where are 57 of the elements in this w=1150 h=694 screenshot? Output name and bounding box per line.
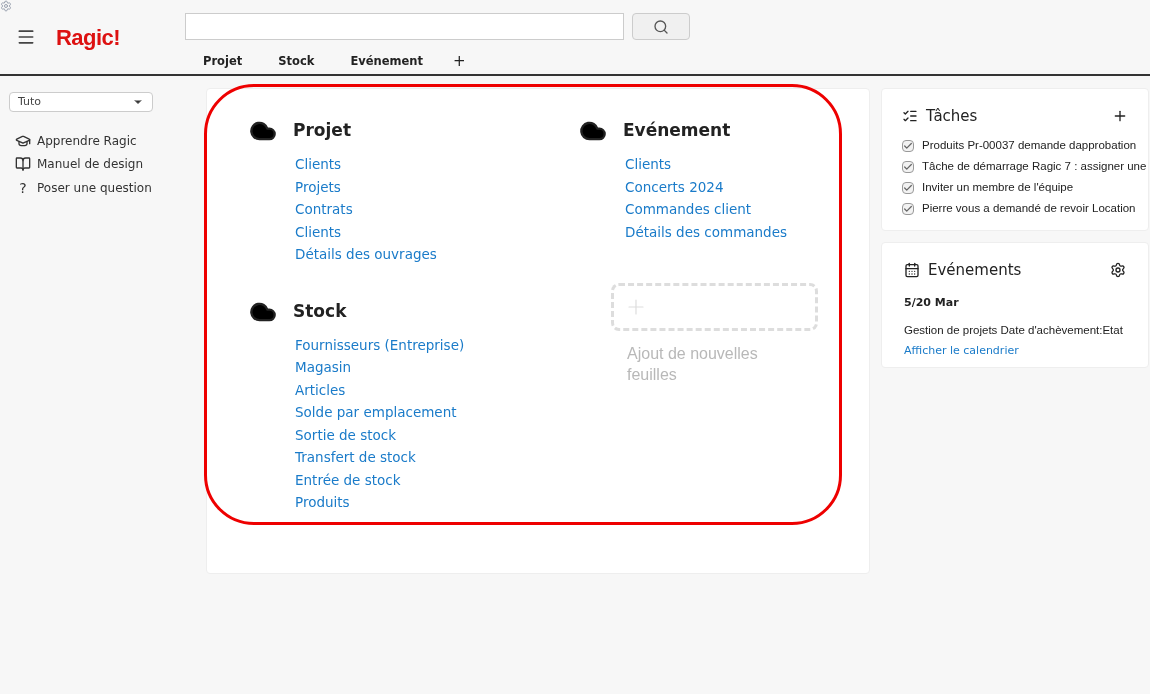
search-icon	[653, 18, 669, 35]
task-text[interactable]: Produits Pr-00037 demande dapprobation	[922, 137, 1137, 155]
account-select[interactable]: Tuto	[9, 92, 153, 112]
check-icon	[903, 183, 913, 193]
calendar-icon	[904, 261, 920, 278]
sheet-link[interactable]: Sortie de stock	[295, 423, 396, 446]
task-checkbox[interactable]	[902, 203, 914, 215]
tab-title[interactable]: Evénement	[623, 118, 731, 144]
sheet-link[interactable]: Fournisseurs (Entreprise)	[295, 333, 465, 356]
sheet-link[interactable]: Projets	[295, 175, 341, 198]
sheet-link[interactable]: Articles	[295, 378, 346, 401]
sheet-link[interactable]: Clients	[295, 220, 342, 243]
sidebar-link[interactable]: Manuel de design	[37, 155, 144, 173]
settings-icon[interactable]	[1110, 261, 1126, 278]
sheet-link[interactable]: Transfert de stock	[295, 446, 416, 469]
task-text[interactable]: Pierre vous a demandé de revoir Location	[922, 200, 1136, 218]
graduation-cap-icon	[15, 133, 31, 149]
event-entry[interactable]: Gestion de projets Date d'achèvement:Etat	[904, 321, 1123, 339]
sheet-link[interactable]: Commandes client	[625, 198, 752, 221]
check-icon	[903, 204, 913, 214]
calendar-link[interactable]: Afficher le calendrier	[904, 342, 1019, 360]
sheet-link[interactable]: Détails des commandes	[625, 220, 787, 243]
sidebar-link[interactable]: Poser une question	[37, 179, 152, 197]
sheet-link[interactable]: Produits	[295, 491, 350, 514]
add-sheet-label: Ajout de nouvelles feuilles	[627, 344, 759, 385]
nav-tab[interactable]: Stock	[260, 52, 333, 70]
tab-title[interactable]: Stock	[293, 298, 347, 325]
check-icon	[903, 162, 913, 172]
nav-tab[interactable]: Evénement	[332, 52, 441, 70]
question-icon: ?	[15, 178, 31, 198]
task-text[interactable]: Tâche de démarrage Ragic 7 : assigner une	[922, 158, 1147, 176]
event-date: 5/20 Mar	[904, 295, 960, 311]
task-checkbox[interactable]	[902, 140, 914, 152]
nav-tab[interactable]: Projet	[185, 52, 261, 70]
task-checkbox[interactable]	[902, 182, 914, 194]
sheet-link[interactable]: Entrée de stock	[295, 468, 401, 491]
book-icon	[15, 156, 31, 172]
sheet-link[interactable]: Magasin	[295, 356, 352, 379]
task-checkbox[interactable]	[902, 161, 914, 173]
check-icon	[903, 141, 913, 151]
logo[interactable]: Ragic!	[56, 20, 120, 54]
sheet-link[interactable]: Clients	[625, 153, 672, 176]
panel-title: Tâches	[926, 106, 978, 127]
menu-icon[interactable]	[16, 27, 36, 47]
sheet-link[interactable]: Détails des ouvrages	[295, 243, 437, 266]
sidebar-link[interactable]: Apprendre Ragic	[37, 132, 137, 150]
task-text[interactable]: Inviter un membre de l'équipe	[922, 179, 1074, 197]
search-button[interactable]	[632, 13, 690, 40]
sheet-link[interactable]: Contrats	[295, 198, 353, 221]
search-field[interactable]	[185, 13, 624, 40]
sheet-link[interactable]: Concerts 2024	[625, 175, 724, 198]
sheet-link[interactable]: Clients	[295, 153, 342, 176]
sheet-link[interactable]: Solde par emplacement	[295, 401, 457, 424]
account-name: Tuto	[18, 93, 42, 110]
add-tab-button[interactable]: +	[441, 50, 478, 73]
tab-title[interactable]: Projet	[293, 118, 351, 144]
panel-title: Evénements	[928, 259, 1022, 281]
